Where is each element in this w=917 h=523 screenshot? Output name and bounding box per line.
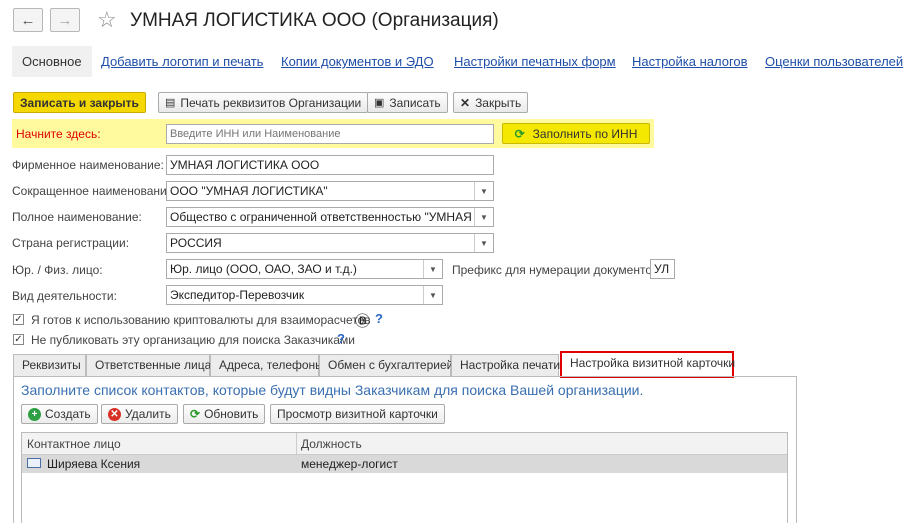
country-field[interactable]: РОССИЯ ▼ (166, 233, 494, 253)
country-value: РОССИЯ (170, 236, 222, 250)
activity-label: Вид деятельности: (12, 289, 117, 303)
chevron-down-icon[interactable]: ▼ (474, 182, 493, 200)
save-button[interactable]: ▣ Записать (367, 92, 448, 113)
help-icon[interactable]: ? (375, 311, 383, 326)
full-name-label: Полное наименование: (12, 210, 142, 224)
window-title: УМНАЯ ЛОГИСТИКА ООО (Организация) (130, 10, 499, 31)
column-header-contact[interactable]: Контактное лицо (27, 437, 121, 451)
chevron-down-icon[interactable]: ▼ (423, 260, 442, 278)
activity-field[interactable]: Экспедитор-Перевозчик ▼ (166, 285, 443, 305)
entity-value: Юр. лицо (ООО, ОАО, ЗАО и т.д.) (170, 262, 357, 276)
activity-value: Экспедитор-Перевозчик (170, 288, 305, 302)
tab-main[interactable]: Основное (12, 46, 92, 77)
full-name-value: Общество с ограниченной ответственностью… (170, 210, 493, 224)
table-row[interactable]: Ширяева Ксения менеджер-логист (22, 455, 787, 473)
entity-field[interactable]: Юр. лицо (ООО, ОАО, ЗАО и т.д.) ▼ (166, 259, 443, 279)
chevron-down-icon[interactable]: ▼ (474, 234, 493, 252)
refresh-icon: ⟳ (514, 126, 525, 141)
chevron-down-icon[interactable]: ▼ (423, 286, 442, 304)
close-label: Закрыть (475, 95, 522, 110)
fill-by-inn-button[interactable]: ⟳ Заполнить по ИНН (502, 123, 650, 144)
chevron-down-icon[interactable]: ▼ (474, 208, 493, 226)
contacts-table: Контактное лицо Должность Ширяева Ксения… (21, 432, 788, 523)
short-name-label: Сокращенное наименование: (12, 184, 177, 198)
save-label: Записать (389, 95, 441, 110)
save-close-button[interactable]: Записать и закрыть (13, 92, 146, 113)
tab-business-card[interactable]: Настройка визитной карточки (560, 351, 735, 378)
printer-icon: ▤ (165, 97, 176, 109)
create-label: Создать (45, 407, 91, 421)
tab-copies[interactable]: Копии документов и ЭДО (281, 54, 434, 69)
tab-print-settings[interactable]: Настройка печати (451, 354, 560, 376)
tab-responsible[interactable]: Ответственные лица (86, 354, 211, 376)
tab-addresses[interactable]: Адреса, телефоны (210, 354, 324, 376)
close-icon: ✕ (460, 95, 471, 110)
close-button[interactable]: ✕ Закрыть (453, 92, 529, 113)
contact-person-icon (27, 458, 41, 468)
firm-name-label: Фирменное наименование: (12, 158, 164, 172)
bitcoin-icon: Ⓑ (355, 313, 371, 330)
tab-print-forms[interactable]: Настройки печатных форм (454, 54, 616, 69)
delete-icon: ✕ (108, 407, 121, 421)
tab-ratings[interactable]: Оценки пользователей (765, 54, 903, 69)
tab-requisites[interactable]: Реквизиты (13, 354, 86, 376)
back-button[interactable]: ← (13, 8, 43, 32)
no-publish-checkbox[interactable]: ✓ (13, 334, 24, 345)
start-here-label: Начните здесь: (16, 127, 101, 141)
arrow-right-icon: → (57, 11, 73, 29)
print-details-button[interactable]: ▤ Печать реквизитов Организации (158, 92, 369, 113)
create-button[interactable]: + Создать (21, 404, 98, 424)
firm-name-field[interactable]: УМНАЯ ЛОГИСТИКА ООО (166, 155, 494, 175)
preview-card-button[interactable]: Просмотр визитной карточки (270, 404, 445, 424)
card-info-text: Заполните список контактов, которые буду… (21, 382, 644, 398)
crypto-label: Я готов к использованию криптовалюты для… (31, 313, 371, 327)
short-name-value: ООО "УМНАЯ ЛОГИСТИКА" (170, 184, 328, 198)
contact-position: менеджер-логист (301, 457, 398, 471)
tab-taxes[interactable]: Настройка налогов (632, 54, 748, 69)
entity-label: Юр. / Физ. лицо: (12, 263, 103, 277)
fill-by-inn-label: Заполнить по ИНН (532, 126, 638, 141)
star-icon[interactable]: ☆ (97, 7, 117, 33)
full-name-field[interactable]: Общество с ограниченной ответственностью… (166, 207, 494, 227)
help-icon[interactable]: ? (337, 331, 345, 346)
no-publish-label: Не публиковать эту организацию для поиск… (31, 333, 355, 347)
country-label: Страна регистрации: (12, 236, 130, 250)
inn-search-input[interactable] (166, 124, 494, 144)
delete-button[interactable]: ✕ Удалить (101, 404, 178, 424)
prefix-field[interactable]: УЛ (650, 259, 675, 279)
tab-exchange[interactable]: Обмен с бухгалтерией (319, 354, 453, 376)
prefix-label: Префикс для нумерации документов : (452, 263, 666, 277)
disk-icon: ▣ (374, 97, 385, 109)
plus-icon: + (28, 407, 41, 421)
contact-name: Ширяева Ксения (47, 457, 141, 471)
forward-button[interactable]: → (50, 8, 80, 32)
refresh-label: Обновить (204, 407, 259, 421)
tab-logo[interactable]: Добавить логотип и печать (101, 54, 263, 69)
print-details-label: Печать реквизитов Организации (180, 95, 362, 110)
delete-label: Удалить (125, 407, 171, 421)
short-name-field[interactable]: ООО "УМНАЯ ЛОГИСТИКА" ▼ (166, 181, 494, 201)
crypto-checkbox[interactable]: ✓ (13, 314, 24, 325)
column-header-position[interactable]: Должность (301, 437, 362, 451)
refresh-icon: ⟳ (190, 407, 201, 421)
refresh-button[interactable]: ⟳ Обновить (183, 404, 266, 424)
arrow-left-icon: ← (20, 11, 36, 29)
table-header (22, 433, 787, 455)
